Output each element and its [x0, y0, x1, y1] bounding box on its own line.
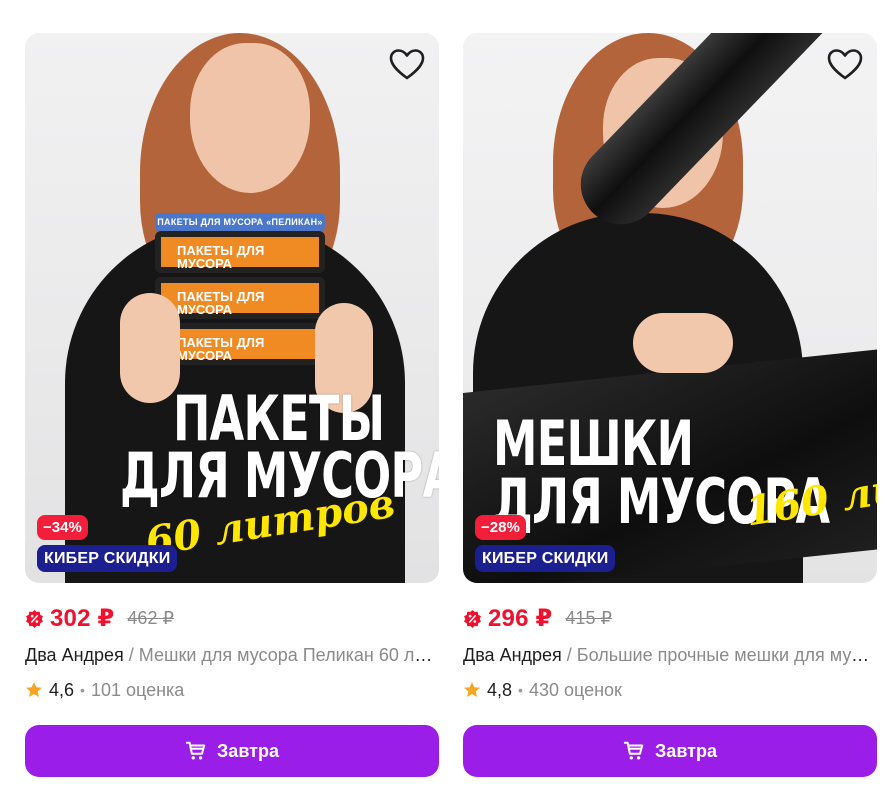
star-icon [464, 682, 480, 698]
rating-value: 4,8 [487, 679, 513, 700]
rating-row: 4,6 • 101 оценка [25, 678, 439, 702]
model-face [190, 43, 310, 193]
discount-tag-icon [464, 609, 481, 628]
review-count: 430 оценок [528, 679, 622, 700]
bullet-separator: • [80, 682, 85, 698]
promo-badge: КИБЕР СКИДКИ [37, 545, 178, 572]
brand-name: Два Андрея [25, 645, 124, 665]
package: ПАКЕТЫ ДЛЯ МУСОРА [155, 277, 325, 319]
package: ПАКЕТЫ ДЛЯ МУСОРА [155, 323, 325, 365]
add-to-cart-button[interactable]: Завтра [463, 725, 877, 777]
product-image[interactable]: ПАКЕТЫ ДЛЯ МУСОРА «ПЕЛИКАН» 60л 20шт ПАК… [25, 33, 439, 583]
package-top-label: ПАКЕТЫ ДЛЯ МУСОРА «ПЕЛИКАН» 60л 20шт [155, 213, 325, 245]
product-card[interactable]: МЕШКИ ДЛЯ МУСОРА 160 литров −28% КИБЕР С… [463, 33, 877, 777]
product-card[interactable]: ПАКЕТЫ ДЛЯ МУСОРА «ПЕЛИКАН» 60л 20шт ПАК… [25, 33, 439, 777]
rating-value: 4,6 [49, 679, 75, 700]
star-icon [26, 682, 42, 698]
title-separator: / [123, 645, 139, 665]
old-price: 415 ₽ [565, 607, 612, 628]
bullet-separator: • [518, 682, 523, 698]
cart-icon [185, 741, 206, 760]
old-price: 462 ₽ [127, 607, 174, 628]
price-row: 296 ₽ 415 ₽ [463, 603, 877, 633]
product-name: Мешки для мусора Пеликан 60 литров [138, 645, 439, 665]
brand-name: Два Андрея [463, 645, 562, 665]
add-to-cart-button[interactable]: Завтра [25, 725, 439, 777]
favorite-button[interactable] [825, 45, 865, 85]
title-separator: / [561, 645, 577, 665]
product-image[interactable]: МЕШКИ ДЛЯ МУСОРА 160 литров −28% КИБЕР С… [463, 33, 877, 583]
discount-badge: −28% [475, 515, 526, 540]
cart-icon [623, 741, 644, 760]
review-count: 101 оценка [90, 679, 185, 700]
button-label: Завтра [217, 740, 279, 761]
discount-badge: −34% [37, 515, 88, 540]
discount-tag-icon [26, 609, 43, 628]
heart-outline-icon [827, 49, 863, 80]
current-price: 302 ₽ [50, 604, 115, 632]
favorite-button[interactable] [387, 45, 427, 85]
price-row: 302 ₽ 462 ₽ [25, 603, 439, 633]
model-hand [633, 313, 733, 373]
current-price: 296 ₽ [488, 604, 553, 632]
package: ПАКЕТЫ ДЛЯ МУСОРА [155, 231, 325, 273]
product-title[interactable]: Два Андрея / Большие прочные мешки для м… [463, 643, 877, 667]
product-name: Большие прочные мешки для мусора 160 лит… [576, 645, 877, 665]
promo-badge: КИБЕР СКИДКИ [475, 545, 616, 572]
rating-row: 4,8 • 430 оценок [463, 678, 877, 702]
model-hand [120, 293, 180, 403]
product-title[interactable]: Два Андрея / Мешки для мусора Пеликан 60… [25, 643, 439, 667]
heart-outline-icon [389, 49, 425, 80]
button-label: Завтра [655, 740, 717, 761]
